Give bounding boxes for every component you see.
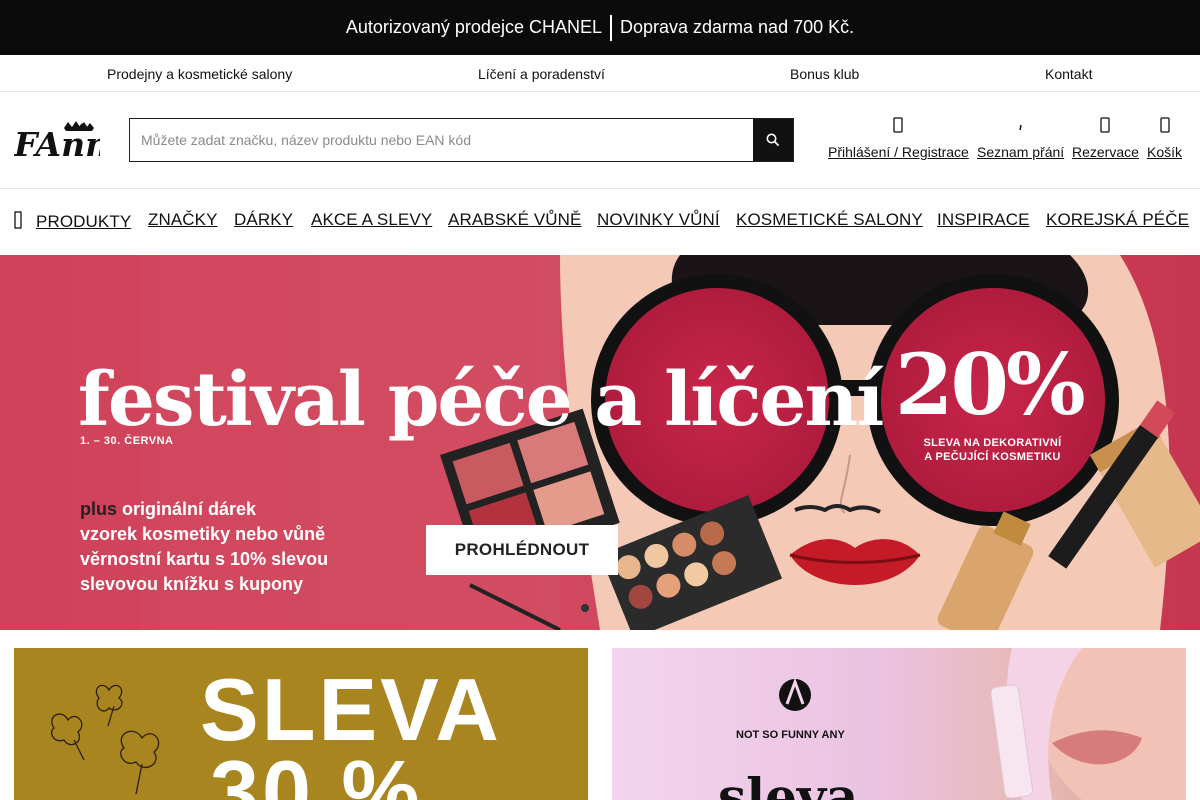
link-makeup-advice[interactable]: Líčení a poradenství [478, 66, 605, 82]
nav-new-fragrances[interactable]: NOVINKY VŮNÍ [597, 210, 720, 230]
promo-banner-sale[interactable]: SLEVA 30 % [14, 648, 588, 800]
main-navigation: PRODUKTY ZNAČKY DÁRKY AKCE A SLEVY ARABS… [0, 189, 1200, 255]
link-stores[interactable]: Prodejny a kosmetické salony [107, 66, 292, 82]
brand-promo-illustration [779, 648, 1186, 800]
nav-sales[interactable]: AKCE A SLEVY [311, 210, 432, 230]
reservation-link[interactable]: Rezervace [1072, 114, 1139, 160]
authorized-dealer-text: Autorizovaný prodejce CHANEL [345, 17, 602, 37]
link-contact[interactable]: Kontakt [1045, 66, 1092, 82]
promo-brand-headline: sleva [718, 767, 859, 800]
link-bonus-club[interactable]: Bonus klub [790, 66, 859, 82]
hero-benefit-2: vzorek kosmetiky nebo vůně [80, 524, 326, 544]
free-shipping-text: Doprava zdarma nad 700 Kč. [619, 17, 855, 37]
hero-benefits: plus originální dárek vzorek kosmetiky n… [80, 497, 328, 597]
search-button[interactable] [753, 119, 793, 161]
secondary-links: Prodejny a kosmetické salony Líčení a po… [0, 55, 1200, 92]
site-header: FAnn Přihlášení / Registrace Seznam přán… [0, 92, 1200, 189]
search-input[interactable] [130, 119, 753, 161]
search-bar [129, 118, 794, 162]
menu-icon [14, 211, 22, 229]
wishlist-label: Seznam přání [977, 144, 1065, 160]
hero-benefit-1: originální dárek [122, 499, 257, 519]
nav-products[interactable]: PRODUKTY [14, 210, 132, 231]
reservation-label: Rezervace [1072, 144, 1139, 160]
hero-headline: festival péče a líčení [78, 357, 884, 443]
hero-discount-line-2: A PEČUJÍCÍ KOSMETIKU [924, 451, 1061, 463]
reservation-icon [1072, 114, 1139, 136]
hero-discount: 20% [895, 335, 1086, 434]
cart-icon [1147, 114, 1182, 136]
nav-arabic-fragrances[interactable]: ARABSKÉ VŮNĚ [448, 210, 581, 230]
promo-brand-name: NOT SO FUNNY ANY [736, 729, 845, 741]
announcement-bar: Autorizovaný prodejce CHANEL Doprava zda… [0, 0, 1200, 55]
hero-dates: 1. – 30. ČERVNA [80, 435, 174, 447]
cart-label: Košík [1147, 144, 1183, 160]
promo-sale-percent: 30 % [210, 742, 423, 800]
wishlist-link[interactable]: Seznam přání [977, 114, 1064, 160]
promo-sale-headline: SLEVA [200, 660, 502, 759]
carousel-dot[interactable] [581, 604, 589, 612]
login-label: Přihlášení / Registrace [828, 144, 969, 160]
hero-plus-word: plus [80, 499, 118, 519]
nav-korean-care[interactable]: KOREJSKÁ PÉČE [1046, 210, 1189, 230]
hero-benefit-4: slevovou knížku s kupony [80, 574, 304, 594]
heart-icon [977, 114, 1064, 136]
nav-gifts[interactable]: DÁRKY [234, 210, 293, 230]
nav-products-label: PRODUKTY [36, 212, 132, 231]
user-icon [828, 114, 969, 136]
cart-link[interactable]: Košík [1147, 114, 1182, 160]
promo-banner-brand[interactable]: NOT SO FUNNY ANY sleva [612, 648, 1186, 800]
login-link[interactable]: Přihlášení / Registrace [828, 114, 969, 160]
svg-text:FAnn: FAnn [14, 125, 100, 160]
search-icon [766, 133, 780, 147]
nav-inspiration[interactable]: INSPIRACE [937, 210, 1030, 230]
announcement-divider [609, 14, 612, 41]
hero-cta-button[interactable]: PROHLÉDNOUT [426, 525, 618, 575]
fann-logo[interactable]: FAnn [13, 120, 109, 164]
hero-banner[interactable]: festival péče a líčení 1. – 30. ČERVNA 2… [0, 255, 1200, 630]
hero-discount-line-1: SLEVA NA DEKORATIVNÍ [923, 437, 1062, 449]
nav-beauty-salons[interactable]: KOSMETICKÉ SALONY [736, 210, 923, 230]
hero-benefit-3: věrnostní kartu s 10% slevou [80, 549, 329, 569]
nav-brands[interactable]: ZNAČKY [148, 210, 218, 230]
